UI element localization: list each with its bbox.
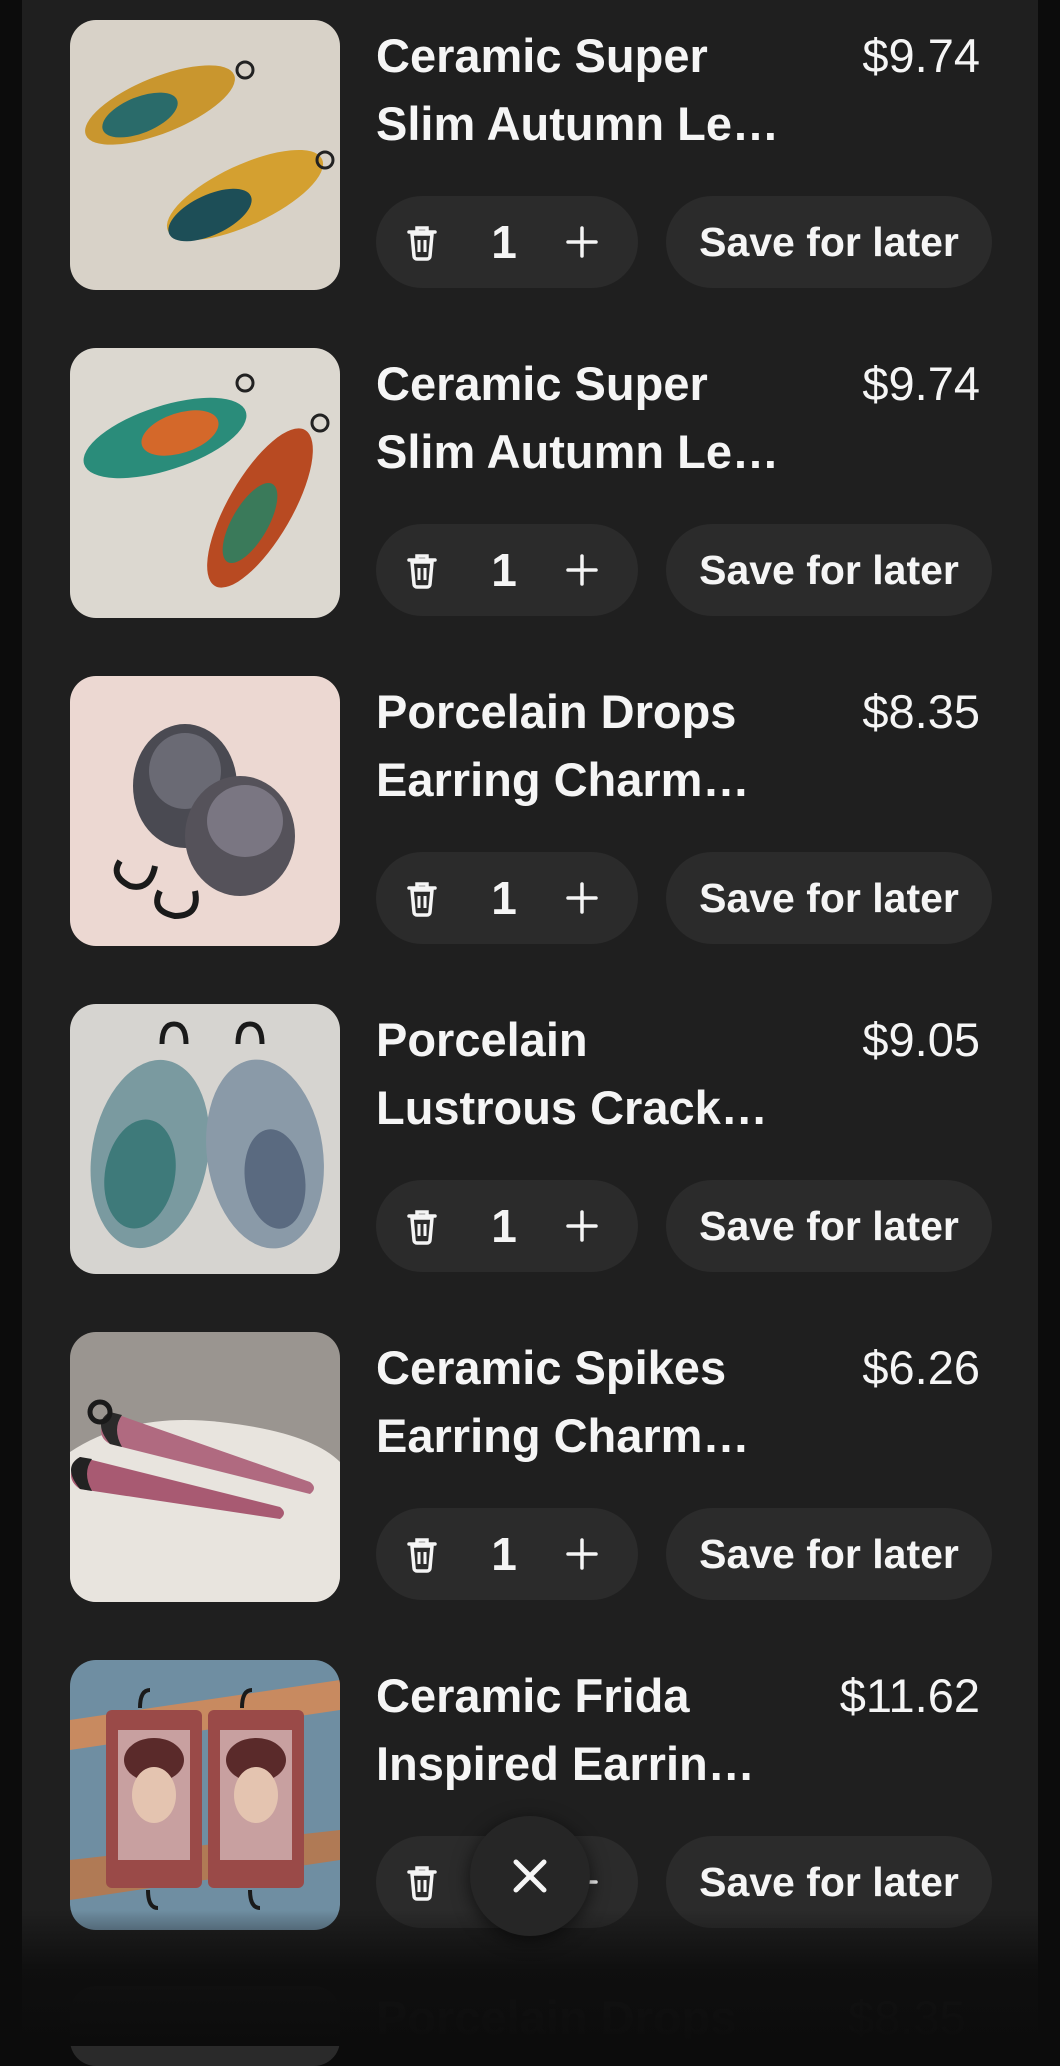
product-price: $9.74 — [862, 357, 980, 410]
cart-item: Porcelain Lustrous Crack… $9.05 1 Save f… — [22, 984, 1038, 1312]
trash-icon[interactable] — [398, 874, 446, 922]
spike-earring-charm-image — [70, 1332, 340, 1602]
save-for-later-button[interactable]: Save for later — [666, 1508, 992, 1600]
save-for-later-button[interactable]: Save for later — [666, 196, 992, 288]
product-title[interactable]: Ceramic Frida Inspired Earrin… — [376, 1662, 806, 1798]
drop-earring-charm-image — [70, 676, 340, 946]
product-title-line1: Porcelain — [376, 1013, 588, 1066]
product-title-line2: Inspired Earrin… — [376, 1737, 755, 1790]
quantity-value: 1 — [491, 1528, 517, 1580]
product-title-line1: Porcelain Drops — [376, 685, 737, 738]
product-title[interactable]: Porcelain Lustrous Crack… — [376, 1006, 806, 1142]
product-title: Porcelain Drops — [376, 1991, 737, 2044]
plus-icon[interactable] — [558, 874, 606, 922]
product-image[interactable] — [70, 1004, 340, 1274]
plus-icon[interactable] — [558, 1530, 606, 1578]
quantity-stepper: 1 — [376, 852, 638, 944]
trash-icon[interactable] — [398, 218, 446, 266]
product-image[interactable] — [70, 20, 340, 290]
product-title-line2: Lustrous Crack… — [376, 1081, 768, 1134]
leaf-earring-charm-image — [70, 20, 340, 290]
cart-item: Ceramic Super Slim Autumn Le… $9.74 1 Sa… — [22, 328, 1038, 656]
quantity-value: 1 — [491, 544, 517, 596]
frida-portrait-charm-image — [70, 1660, 340, 1930]
product-title-line2: Earring Charm… — [376, 1409, 750, 1462]
product-image[interactable] — [70, 676, 340, 946]
save-for-later-button[interactable]: Save for later — [666, 1836, 992, 1928]
product-title-line1: Ceramic Super — [376, 357, 708, 410]
cart-sheet: Ceramic Super Slim Autumn Le… $9.74 1 Sa… — [22, 0, 1038, 2046]
quantity-value: 1 — [491, 1200, 517, 1252]
save-for-later-button[interactable]: Save for later — [666, 852, 992, 944]
product-price: $8.35 — [848, 1991, 966, 2044]
product-image[interactable] — [70, 348, 340, 618]
product-title-line2: Slim Autumn Le… — [376, 425, 779, 478]
product-price: $9.05 — [862, 1013, 980, 1066]
product-title-line2: Slim Autumn Le… — [376, 97, 779, 150]
cart-item: Ceramic Spikes Earring Charm… $6.26 1 Sa… — [22, 1312, 1038, 1640]
trash-icon[interactable] — [398, 1858, 446, 1906]
crackle-leaf-charm-image — [70, 1004, 340, 1274]
quantity-stepper: 1 — [376, 524, 638, 616]
trash-icon[interactable] — [398, 1202, 446, 1250]
close-icon — [513, 1859, 547, 1893]
trash-icon[interactable] — [398, 1530, 446, 1578]
plus-icon[interactable] — [558, 546, 606, 594]
trash-icon[interactable] — [398, 546, 446, 594]
quantity-stepper: 1 — [376, 1508, 638, 1600]
product-image — [70, 1986, 340, 2066]
product-title[interactable]: Ceramic Super Slim Autumn Le… — [376, 350, 806, 486]
cart-item: Porcelain Drops Earring Charm… $8.35 1 S… — [22, 656, 1038, 984]
save-for-later-button[interactable]: Save for later — [666, 524, 992, 616]
product-price: $8.35 — [862, 685, 980, 738]
product-title[interactable]: Ceramic Spikes Earring Charm… — [376, 1334, 806, 1470]
quantity-stepper: 1 — [376, 196, 638, 288]
cart-item: Ceramic Super Slim Autumn Le… $9.74 1 Sa… — [22, 0, 1038, 328]
product-price: $11.62 — [839, 1669, 980, 1722]
product-title-line1: Ceramic Super — [376, 29, 708, 82]
product-title[interactable]: Porcelain Drops Earring Charm… — [376, 678, 806, 814]
product-image[interactable] — [70, 1332, 340, 1602]
plus-icon[interactable] — [558, 218, 606, 266]
plus-icon[interactable] — [558, 1202, 606, 1250]
product-title[interactable]: Ceramic Super Slim Autumn Le… — [376, 22, 806, 158]
quantity-stepper: 1 — [376, 1180, 638, 1272]
product-price: $6.26 — [862, 1341, 980, 1394]
quantity-value: 1 — [491, 216, 517, 268]
product-title-line1: Ceramic Spikes — [376, 1341, 727, 1394]
save-for-later-button[interactable]: Save for later — [666, 1180, 992, 1272]
product-title-line2: Earring Charm… — [376, 753, 750, 806]
product-image[interactable] — [70, 1660, 340, 1930]
product-price: $9.74 — [862, 29, 980, 82]
close-button[interactable] — [470, 1816, 590, 1936]
product-title-line1: Ceramic Frida — [376, 1669, 690, 1722]
quantity-value: 1 — [491, 872, 517, 924]
leaf-earring-charm-image — [70, 348, 340, 618]
